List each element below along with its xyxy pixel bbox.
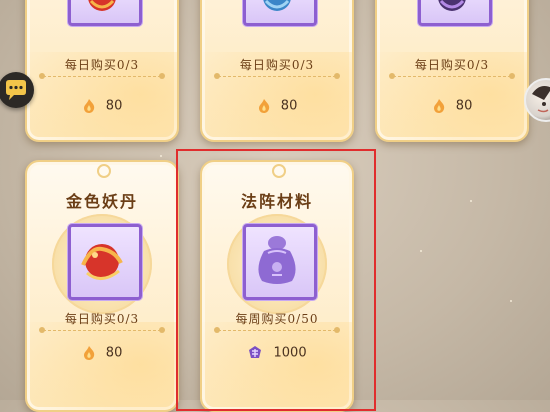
divider	[214, 73, 340, 79]
blue-orb-icon	[263, 0, 291, 11]
item-frame	[418, 0, 492, 26]
sparkle	[160, 155, 162, 157]
sparkle	[470, 200, 472, 202]
flame-coin-icon	[433, 99, 444, 113]
flame-coin-icon	[83, 346, 94, 360]
divider	[389, 73, 515, 79]
price-value: 80	[105, 345, 123, 361]
price-value: 80	[455, 98, 473, 114]
price-row: 80	[377, 98, 527, 118]
golden-demon-pill-icon	[81, 244, 123, 280]
sparkle	[510, 300, 512, 302]
shop-card[interactable]: 每日购买0/3 80	[375, 0, 529, 142]
chat-bubble-icon	[6, 80, 26, 100]
purchase-limit-text: 每日购买0/3	[64, 58, 140, 72]
shop-card-golden-demon-pill[interactable]: 金色妖丹 每日购买0/3 80	[25, 160, 179, 412]
red-orb-icon	[88, 0, 116, 11]
shop-card[interactable]: 每日购买0/3 80	[200, 0, 354, 142]
price-value: 80	[280, 98, 298, 114]
flame-coin-icon	[83, 99, 94, 113]
price-row: 80	[27, 98, 177, 118]
avatar-portrait-icon	[532, 86, 550, 113]
sparkle	[420, 250, 422, 252]
purple-orb-icon	[438, 0, 466, 11]
price-row: 80	[27, 345, 177, 365]
purchase-limit-text: 每日购买0/3	[239, 58, 315, 72]
price-row: 80	[202, 98, 352, 118]
item-frame	[68, 0, 142, 26]
item-frame	[68, 224, 142, 300]
shop-card[interactable]: 每日购买0/3 80	[25, 0, 179, 142]
player-avatar[interactable]	[524, 78, 550, 122]
purchase-limit-text: 每日购买0/3	[414, 58, 490, 72]
flame-coin-icon	[258, 99, 269, 113]
divider	[39, 327, 165, 333]
price-value: 80	[105, 98, 123, 114]
divider	[39, 73, 165, 79]
selection-highlight-frame	[176, 149, 376, 411]
item-frame	[243, 0, 317, 26]
card-knob	[97, 164, 111, 178]
card-title: 金色妖丹	[65, 192, 138, 211]
purchase-limit-text: 每日购买0/3	[64, 312, 140, 326]
chat-button[interactable]	[0, 72, 34, 108]
